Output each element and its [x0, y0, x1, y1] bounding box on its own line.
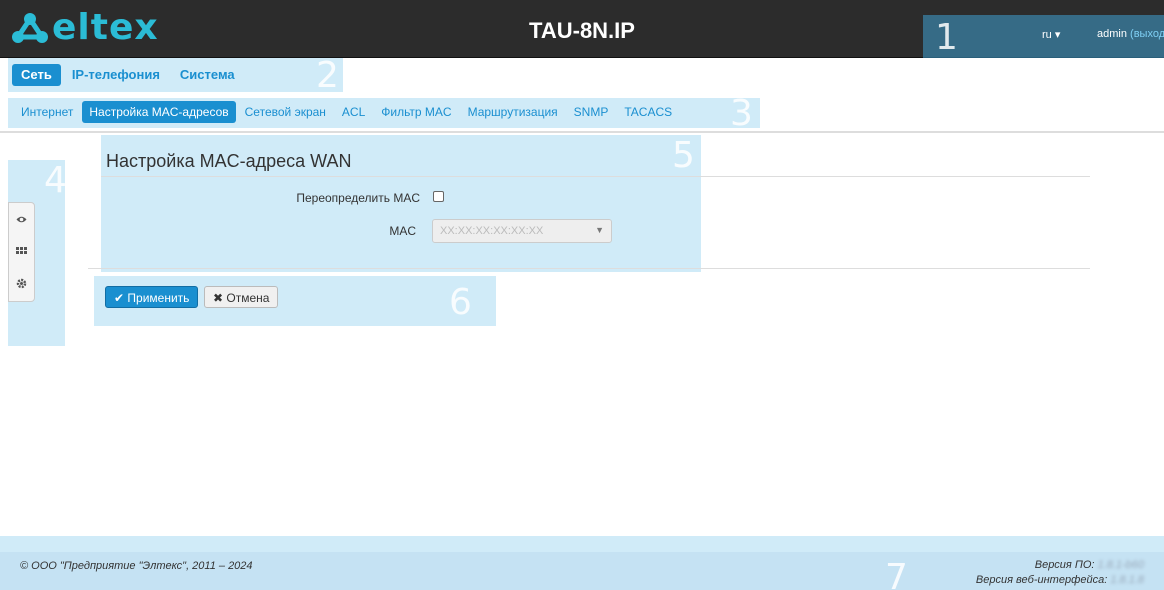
form-divider — [88, 268, 1090, 269]
subtab-tacacs[interactable]: TACACS — [617, 101, 679, 123]
highlight-number-6: 6 — [449, 282, 472, 323]
subtab-firewall[interactable]: Сетевой экран — [238, 101, 333, 123]
mac-label: MAC — [389, 224, 416, 238]
subtab-snmp[interactable]: SNMP — [567, 101, 616, 123]
mac-select[interactable]: XX:XX:XX:XX:XX:XX ▼ — [432, 219, 612, 243]
subtab-internet[interactable]: Интернет — [14, 101, 80, 123]
override-mac-checkbox[interactable] — [433, 191, 444, 202]
highlight-number-2: 2 — [316, 55, 339, 96]
copyright-text: © ООО "Предприятие "Элтекс", 2011 – 2024 — [20, 560, 253, 572]
apply-button[interactable]: ✔ Применить — [105, 286, 199, 308]
language-select[interactable]: ru ▾ — [1042, 28, 1060, 41]
close-icon: ✖ — [213, 291, 224, 305]
web-version-label: Версия веб-интерфейса: — [975, 574, 1108, 586]
highlight-number-3: 3 — [730, 93, 753, 134]
section-title: Настройка MAC-адреса WAN — [106, 151, 352, 171]
tab-network[interactable]: Сеть — [12, 64, 61, 86]
section-divider — [101, 176, 1090, 177]
apply-button-label: Применить — [127, 291, 190, 305]
firmware-version: Версия ПО: 1.8.1-b60 — [1035, 559, 1144, 571]
web-version-value: 1.8.1.8 — [1110, 574, 1144, 586]
subtab-acl[interactable]: ACL — [335, 101, 372, 123]
highlight-number-1: 1 — [935, 17, 958, 58]
check-icon: ✔ — [114, 291, 125, 305]
menu-divider — [0, 131, 1164, 133]
tab-system[interactable]: Система — [171, 64, 244, 86]
tab-ip-telephony[interactable]: IP-телефония — [63, 64, 169, 86]
user-menu[interactable]: admin (выход) — [1097, 28, 1164, 40]
subtab-mac-filter[interactable]: Фильтр MAC — [374, 101, 458, 123]
cancel-button[interactable]: ✖ Отмена — [204, 286, 279, 308]
eye-icon[interactable] — [16, 214, 27, 228]
gear-icon[interactable] — [16, 278, 27, 292]
highlight-number-4: 4 — [44, 160, 67, 201]
firmware-version-value: 1.8.1-b60 — [1097, 559, 1144, 571]
username: admin — [1097, 28, 1127, 40]
firmware-version-label: Версия ПО: — [1034, 559, 1095, 571]
mac-placeholder: XX:XX:XX:XX:XX:XX — [440, 225, 544, 237]
grid-icon[interactable] — [16, 246, 27, 260]
chevron-down-icon: ▼ — [595, 225, 604, 235]
sub-menu: Интернет Настройка MAC-адресов Сетевой э… — [14, 101, 679, 123]
highlight-region-7-top — [0, 536, 1164, 552]
main-menu: Сеть IP-телефония Система — [12, 64, 244, 86]
logout-link[interactable]: (выход) — [1130, 28, 1164, 40]
side-toolbar — [8, 202, 35, 302]
web-interface-version: Версия веб-интерфейса: 1.8.1.8 — [976, 574, 1144, 586]
highlight-number-5: 5 — [672, 135, 695, 176]
subtab-routing[interactable]: Маршрутизация — [461, 101, 565, 123]
override-mac-label: Переопределить MAC — [296, 191, 420, 205]
subtab-mac-settings[interactable]: Настройка MAC-адресов — [82, 101, 236, 123]
highlight-number-7: 7 — [885, 557, 908, 590]
cancel-button-label: Отмена — [226, 291, 270, 305]
